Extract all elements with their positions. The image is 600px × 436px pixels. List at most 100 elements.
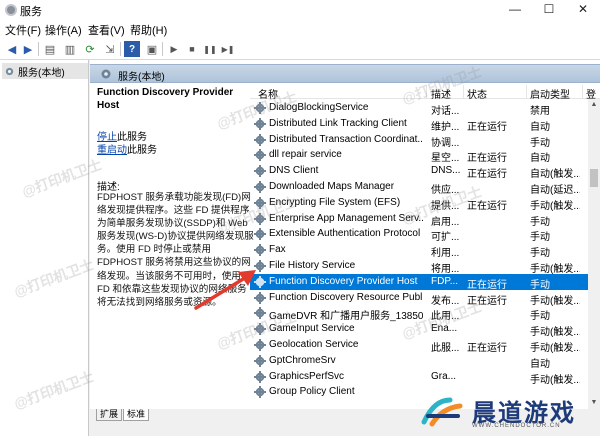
brand-logo: 晨道游戏 WWW.CHENDOCTOR.CN [416, 390, 594, 434]
service-status: 正在运行 [467, 343, 507, 354]
export-list-icon[interactable]: ⇲ [102, 41, 118, 57]
service-description: 星空... [431, 153, 460, 165]
tab-standard[interactable]: 标准 [123, 409, 150, 421]
menu-view[interactable]: 查看(V) [88, 22, 125, 38]
gear-icon [254, 228, 266, 241]
properties-icon[interactable]: ▥ [62, 41, 78, 57]
gear-icon [254, 181, 266, 193]
service-name: Function Discovery Resource Publi... [269, 291, 423, 303]
gear-icon [254, 244, 266, 257]
table-row[interactable]: Distributed Transaction Coordinat... 协调..… [250, 132, 588, 149]
table-row[interactable]: Enterprise App Management Serv... 启用... 手动 [250, 211, 588, 228]
content-header-title: 服务(本地) [118, 72, 165, 83]
scroll-up-icon[interactable]: ▲ [588, 99, 600, 111]
column-description[interactable]: 描述 [431, 86, 451, 101]
table-row[interactable]: GraphicsPerfSvc Gra... 手动(触发... [250, 369, 588, 386]
table-row[interactable]: Encrypting File System (EFS) 提供... 正在运行 手动(… [250, 195, 588, 212]
content-header: 服务(本地) [90, 64, 600, 83]
restart-service-icon[interactable]: ▶❚ [220, 41, 236, 57]
service-name: Downloaded Maps Manager [269, 181, 395, 192]
service-description: 启用... [431, 216, 460, 228]
menu-file[interactable]: 文件(F) [5, 22, 41, 38]
column-header: ^ 名称 描述 状态 启动类型 登 [250, 84, 600, 101]
column-name[interactable]: 名称 [258, 86, 278, 101]
service-startup-type: 手动(触发... [530, 200, 580, 212]
table-row[interactable]: GameInput Service Ena... 手动(触发... [250, 321, 588, 338]
column-status[interactable]: 状态 [467, 86, 487, 101]
maximize-button[interactable]: ☐ [532, 0, 566, 20]
tree-panel: 服务(本地) [0, 60, 89, 436]
refresh-icon[interactable]: ⟳ [82, 41, 98, 57]
restart-service-action: 重启动此服务 [97, 141, 157, 156]
show-tree-icon[interactable]: ▤ [42, 41, 58, 57]
back-arrow-icon[interactable]: ◀ [4, 41, 20, 57]
service-description: Gra... [431, 370, 457, 382]
table-row[interactable]: Function Discovery Resource Publi... 发布..… [250, 290, 588, 307]
service-startup-type: 手动(触发... [530, 374, 580, 386]
vertical-scrollbar[interactable]: ▲ ▼ [588, 99, 600, 409]
service-description: FDP... [431, 275, 459, 287]
table-row[interactable]: DialogBlockingService 对话... 禁用 [250, 100, 588, 117]
menu-help[interactable]: 帮助(H) [130, 22, 167, 38]
table-row[interactable]: Fax 利用... 手动 [250, 242, 588, 260]
restart-service-link[interactable]: 重启动 [97, 145, 127, 156]
gear-icon [254, 133, 266, 146]
table-row[interactable]: Downloaded Maps Manager 供应... 自动(延迟... [250, 179, 588, 196]
service-name: dll repair service [269, 149, 342, 161]
service-description: 提供... [431, 200, 460, 212]
gear-icon [254, 354, 266, 367]
table-row[interactable]: Function Discovery Provider Host FDP... 正在… [250, 273, 588, 291]
gear-icon [254, 339, 266, 351]
table-row[interactable]: Geolocation Service 此服... 正在运行 手动(触发... [250, 337, 588, 354]
table-row[interactable]: GptChromeSrv 自动 [250, 353, 588, 370]
service-description: 协调... [431, 137, 460, 149]
service-description: 利用... [431, 248, 460, 260]
table-row[interactable]: File History Service 将用... 手动(触发... [250, 258, 588, 275]
title-bar: 服务 — ☐ ✕ [0, 0, 600, 20]
help-icon[interactable]: ? [124, 41, 140, 57]
minimize-button[interactable]: — [498, 0, 532, 20]
column-startup-type[interactable]: 启动类型 [530, 86, 570, 101]
service-name: GptChromeSrv [269, 354, 336, 366]
service-startup-type: 手动 [530, 232, 550, 244]
service-startup-type: 自动(触发... [530, 169, 580, 181]
service-name: Enterprise App Management Serv... [269, 212, 423, 224]
service-startup-type: 自动(延迟... [530, 185, 580, 196]
service-description: 此用... [431, 311, 460, 323]
table-row[interactable]: dll repair service 星空... 正在运行 自动 [250, 147, 588, 165]
service-name: DNS Client [269, 165, 319, 177]
service-name: Fax [269, 244, 286, 256]
stop-service-icon[interactable]: ■ [184, 41, 200, 57]
service-status: 正在运行 [467, 121, 507, 133]
services-list: ^ 名称 描述 状态 启动类型 登 DialogBlockingService 对… [250, 84, 600, 409]
forward-arrow-icon[interactable]: ▶ [20, 41, 36, 57]
service-description: DNS... [431, 165, 461, 177]
service-name: GameInput Service [269, 323, 355, 335]
table-row[interactable]: Extensible Authentication Protocol 可扩... 手… [250, 226, 588, 244]
sort-ascending-icon: ^ [335, 84, 339, 89]
close-button[interactable]: ✕ [566, 0, 600, 20]
service-startup-type: 手动 [530, 137, 550, 149]
tab-extended[interactable]: 扩展 [96, 409, 123, 421]
table-row[interactable]: Distributed Link Tracking Client 维护... 正在运… [250, 116, 588, 133]
window-title: 服务 [20, 6, 42, 18]
service-startup-type: 自动 [530, 153, 550, 165]
tree-item-services-local[interactable]: 服务(本地) [2, 63, 88, 79]
service-status: 正在运行 [467, 153, 507, 165]
service-description: 此服... [431, 343, 460, 354]
start-service-icon[interactable]: ▶ [166, 41, 182, 57]
service-description: 对话... [431, 106, 460, 117]
menu-bar: 文件(F) 操作(A) 查看(V) 帮助(H) [0, 20, 600, 38]
menu-action[interactable]: 操作(A) [45, 22, 82, 38]
table-row[interactable]: DNS Client DNS... 正在运行 自动(触发... [250, 163, 588, 181]
gear-icon [254, 196, 266, 209]
service-name: GameDVR 和广播用户服务_13850e... [269, 311, 423, 323]
service-startup-type: 禁用 [530, 106, 550, 117]
gear-icon [254, 165, 266, 178]
scrollbar-thumb[interactable] [590, 169, 598, 187]
console-icon[interactable]: ▣ [144, 41, 160, 57]
brand-url: WWW.CHENDOCTOR.CN [472, 423, 561, 429]
table-row[interactable]: GameDVR 和广播用户服务_13850e... 此用... 手动 [250, 305, 588, 323]
brand-mark-icon [421, 397, 463, 427]
pause-service-icon[interactable]: ❚❚ [202, 41, 218, 57]
